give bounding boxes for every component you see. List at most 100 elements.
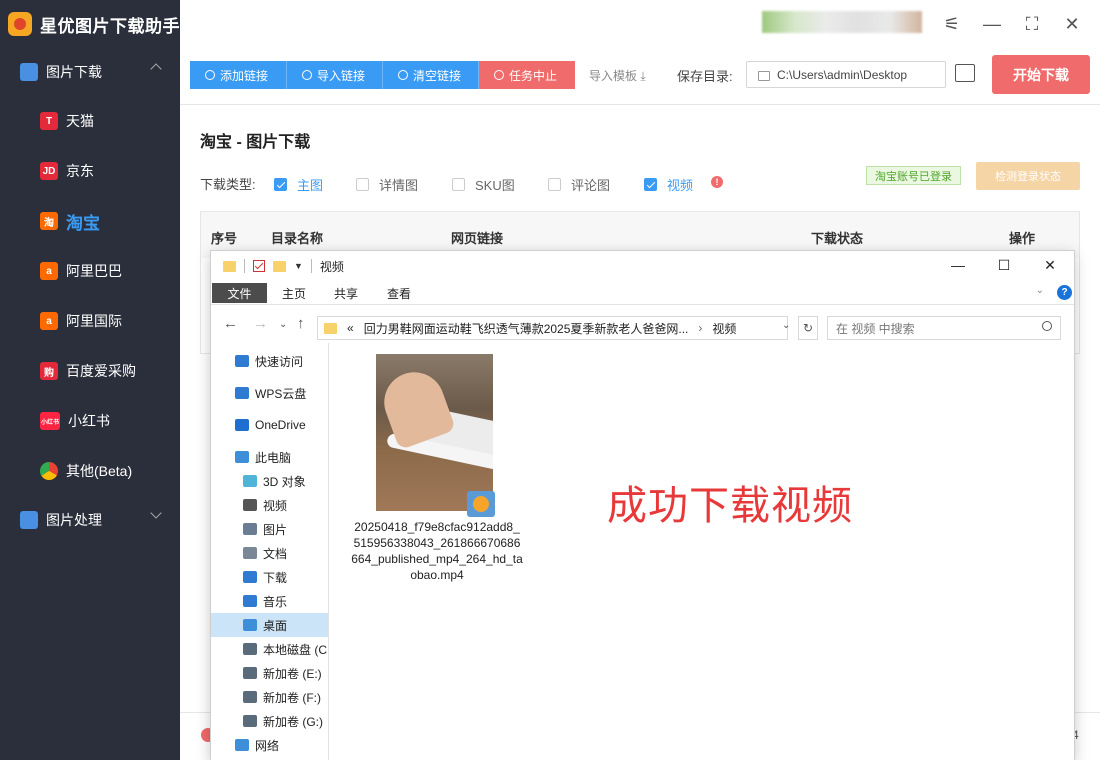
- tab-view[interactable]: 查看: [373, 283, 425, 303]
- back-arrow-icon[interactable]: ←: [223, 315, 238, 332]
- nav-pane-item[interactable]: 音乐: [211, 589, 328, 613]
- settings-sliders-icon[interactable]: ⚟: [940, 12, 964, 36]
- sidebar-item[interactable]: JD 京东: [0, 146, 180, 196]
- cube-icon: [243, 475, 257, 487]
- checkbox-box: [356, 178, 369, 191]
- new-folder-icon[interactable]: [273, 260, 286, 272]
- explorer-search-input[interactable]: 在 视频 中搜索: [827, 316, 1061, 340]
- drive-icon: [243, 691, 257, 703]
- breadcrumb-overflow[interactable]: «: [347, 321, 354, 335]
- nav-pane-item[interactable]: 图片: [211, 517, 328, 541]
- nav-pane-label: 图片: [263, 522, 288, 537]
- tab-share[interactable]: 共享: [320, 283, 372, 303]
- nav-pane-item[interactable]: 文档: [211, 541, 328, 565]
- sidebar-item-label: 天猫: [66, 113, 94, 129]
- stop-task-label: 任务中止: [509, 68, 558, 83]
- address-bar[interactable]: « 回力男鞋网面运动鞋飞织透气薄款2025夏季新款老人爸爸网... › 视频: [317, 316, 788, 340]
- import-link-label: 导入链接: [317, 68, 366, 83]
- user-avatar-blurred[interactable]: [762, 11, 922, 33]
- type-sku-image-checkbox[interactable]: SKU图: [452, 175, 515, 194]
- refresh-icon[interactable]: ↻: [798, 316, 818, 340]
- forward-arrow-icon[interactable]: →: [253, 315, 268, 332]
- divider: [310, 259, 312, 273]
- explorer-minimize-icon[interactable]: —: [948, 257, 968, 273]
- nav-group-image-download[interactable]: 图片下载: [0, 48, 180, 96]
- platform-logo-icon: a: [40, 262, 58, 280]
- nav-pane-item[interactable]: 此电脑: [211, 445, 328, 469]
- drive-icon: [243, 667, 257, 679]
- platform-logo-icon: 淘: [40, 212, 58, 230]
- sidebar-item[interactable]: 购百度爱采购: [0, 346, 180, 396]
- explorer-close-icon[interactable]: ✕: [1040, 257, 1060, 274]
- tab-file[interactable]: 文件: [212, 283, 267, 303]
- import-template-label: 导入模板: [589, 69, 638, 83]
- type-video-checkbox[interactable]: 视频: [644, 175, 693, 194]
- nav-pane-item[interactable]: WPS云盘: [211, 381, 328, 405]
- nav-pane-item[interactable]: 视频: [211, 493, 328, 517]
- type-main-image-checkbox[interactable]: 主图: [274, 175, 323, 194]
- nav-pane-item[interactable]: 新加卷 (E:): [211, 661, 328, 685]
- clear-link-label: 清空链接: [413, 68, 462, 83]
- nav-pane-label: 本地磁盘 (C: [263, 642, 327, 657]
- checkbox-label: 视频: [667, 178, 694, 193]
- nav-pane-item[interactable]: 本地磁盘 (C: [211, 637, 328, 661]
- address-dropdown-icon[interactable]: ⌄: [782, 320, 790, 331]
- quick-access-dropdown-icon[interactable]: ▼: [294, 261, 303, 271]
- sidebar-item[interactable]: a 阿里国际: [0, 296, 180, 346]
- start-download-button[interactable]: 开始下载: [992, 55, 1090, 94]
- checkbox-box: [548, 178, 561, 191]
- download-icon: [243, 571, 257, 583]
- explorer-maximize-icon[interactable]: ☐: [994, 257, 1014, 274]
- nav-pane-item[interactable]: 3D 对象: [211, 469, 328, 493]
- explorer-nav-pane: 快速访问 WPS云盘 OneDrive 此电脑 3D 对象视频图片文档 下载 音乐 桌面本地磁…: [211, 343, 329, 760]
- save-dir-field[interactable]: C:\Users\admin\Desktop: [746, 61, 946, 88]
- import-link-button[interactable]: 导入链接: [287, 61, 383, 89]
- nav-pane-label: 视频: [263, 498, 288, 513]
- col-dir-name: 目录名称: [271, 231, 324, 246]
- sidebar-item[interactable]: a 阿里巴巴: [0, 246, 180, 296]
- sidebar-item[interactable]: 淘淘宝: [0, 196, 180, 246]
- properties-check-icon[interactable]: [253, 260, 265, 272]
- video-thumbnail[interactable]: [376, 354, 493, 511]
- info-icon[interactable]: !: [711, 176, 723, 188]
- breadcrumb-parent[interactable]: 回力男鞋网面运动鞋飞织透气薄款2025夏季新款老人爸爸网...: [364, 320, 689, 337]
- close-icon[interactable]: ✕: [1060, 12, 1084, 36]
- platform-logo-icon: a: [40, 312, 58, 330]
- sidebar-item-label: 阿里巴巴: [66, 263, 122, 279]
- folder-icon[interactable]: [955, 64, 975, 82]
- type-comment-image-checkbox[interactable]: 评论图: [548, 175, 610, 194]
- up-arrow-icon[interactable]: ↑: [297, 315, 305, 332]
- check-login-button[interactable]: 检测登录状态: [976, 162, 1080, 190]
- file-name[interactable]: 20250418_f79e8cfac912add8_515956338043_2…: [351, 519, 523, 583]
- col-index: 序号: [211, 231, 238, 246]
- ribbon-expand-icon[interactable]: ⌄: [1036, 285, 1044, 296]
- save-dir-label: 保存目录:: [677, 69, 733, 84]
- import-template-button[interactable]: 导入模板 ⤓: [589, 67, 646, 84]
- nav-pane-item[interactable]: 新加卷 (G:): [211, 709, 328, 733]
- sidebar-item[interactable]: T 天猫: [0, 96, 180, 146]
- explorer-help-icon[interactable]: ?: [1057, 285, 1072, 300]
- sidebar-item[interactable]: 其他(Beta): [0, 446, 180, 496]
- col-actions: 操作: [1009, 231, 1036, 246]
- minimize-icon[interactable]: —: [980, 12, 1004, 36]
- tab-home[interactable]: 主页: [268, 283, 320, 303]
- type-detail-image-checkbox[interactable]: 详情图: [356, 175, 418, 194]
- success-overlay-text: 成功下载视频: [607, 483, 853, 529]
- stop-task-button[interactable]: 任务中止: [479, 61, 575, 89]
- maximize-icon[interactable]: ⛶: [1020, 12, 1044, 36]
- recent-dropdown-icon[interactable]: ⌄: [279, 319, 287, 330]
- add-link-button[interactable]: 添加链接: [190, 61, 287, 89]
- nav-pane-item[interactable]: 下载: [211, 565, 328, 589]
- breadcrumb-current[interactable]: 视频: [712, 320, 736, 337]
- sidebar-item-label: 阿里国际: [66, 313, 122, 329]
- checkbox-label: 详情图: [379, 178, 419, 193]
- nav-pane-item[interactable]: 网络: [211, 733, 328, 757]
- sidebar-item[interactable]: 小红书 小红书: [0, 396, 180, 446]
- nav-pane-item[interactable]: 桌面: [211, 613, 328, 637]
- nav-pane-item[interactable]: 新加卷 (F:): [211, 685, 328, 709]
- nav-pane-label: 此电脑: [255, 450, 292, 465]
- clear-link-button[interactable]: 清空链接: [383, 61, 479, 89]
- nav-pane-item[interactable]: 快速访问: [211, 349, 328, 373]
- nav-group-image-processing[interactable]: 图片处理: [0, 496, 180, 544]
- nav-pane-item[interactable]: OneDrive: [211, 413, 328, 437]
